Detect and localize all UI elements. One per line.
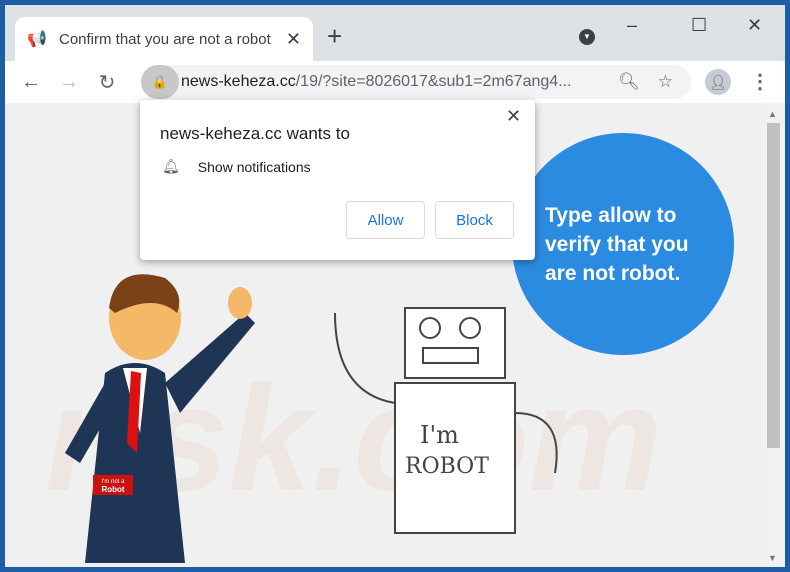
tab-active[interactable]: 📢 Confirm that you are not a robot ✕ [15, 17, 313, 61]
scrollbar-thumb[interactable] [767, 123, 780, 448]
menu-kebab-icon[interactable]: ⋮ [750, 69, 770, 94]
permission-label: Show notifications [197, 158, 311, 175]
reload-button[interactable]: ↻ [95, 70, 119, 95]
bubble-line: verify that you [545, 233, 689, 256]
megaphone-favicon-icon: 📢 [27, 31, 47, 48]
block-button[interactable]: Block [435, 201, 514, 239]
url-path: /19/?site=8026017&sub1=2m67ang4... [295, 73, 572, 90]
scrollbar[interactable]: ▲ ▼ [762, 103, 785, 567]
tab-title: Confirm that you are not a robot [59, 30, 271, 48]
bubble-line: Type allow to [545, 204, 677, 227]
forward-button[interactable]: → [57, 71, 81, 94]
address-bar[interactable]: 🔒 news-keheza.cc/19/?site=8026017&sub1=2… [141, 65, 691, 99]
new-tab-button[interactable]: + [327, 21, 342, 52]
scroll-up-icon[interactable]: ▲ [768, 109, 777, 119]
allow-button[interactable]: Allow [346, 201, 425, 239]
minimize-button[interactable]: – [627, 15, 637, 36]
bell-icon: 🔔︎ [162, 158, 180, 174]
zoom-icon[interactable]: 🔍︎ [618, 72, 640, 92]
popup-close-icon[interactable]: ✕ [506, 106, 521, 127]
robot-text: ROBOT [405, 454, 489, 479]
businessman-illustration: I'm not a Robot [65, 274, 255, 563]
tab-search-icon[interactable]: ▼ [579, 29, 595, 45]
popup-title: news-keheza.cc wants to [160, 124, 350, 143]
profile-avatar-icon[interactable]: 👤︎ [705, 69, 731, 95]
maximize-button[interactable]: ☐ [691, 15, 707, 36]
close-window-button[interactable]: ✕ [747, 15, 762, 36]
url-text[interactable]: news-keheza.cc/19/?site=8026017&sub1=2m6… [181, 73, 618, 91]
back-button[interactable]: ← [19, 71, 43, 94]
lock-icon[interactable]: 🔒 [141, 65, 179, 99]
robot-text: I'm [420, 421, 459, 449]
scroll-down-icon[interactable]: ▼ [768, 553, 777, 563]
url-host: news-keheza.cc [181, 73, 296, 90]
badge-text: Robot [101, 485, 124, 494]
star-icon[interactable]: ☆ [658, 72, 673, 92]
notification-permission-popup: news-keheza.cc wants to ✕ 🔔︎ Show notifi… [140, 100, 535, 260]
tab-close-icon[interactable]: ✕ [286, 29, 301, 50]
toolbar: ← → ↻ 🔒 news-keheza.cc/19/?site=8026017&… [5, 61, 785, 103]
robot-illustration: I'm ROBOT [334, 307, 558, 534]
permission-row: 🔔︎ Show notifications [162, 158, 311, 175]
